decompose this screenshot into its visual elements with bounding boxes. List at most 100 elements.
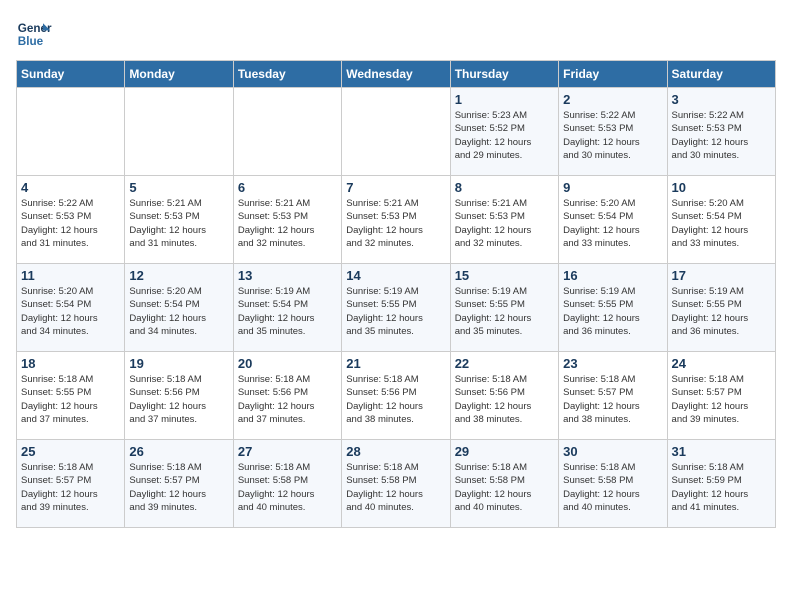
calendar-cell: 16 Sunrise: 5:19 AM Sunset: 5:55 PM Dayli… bbox=[559, 264, 667, 352]
calendar-cell: 18 Sunrise: 5:18 AM Sunset: 5:55 PM Dayli… bbox=[17, 352, 125, 440]
day-info: Sunrise: 5:18 AM Sunset: 5:57 PM Dayligh… bbox=[672, 373, 771, 426]
day-number: 18 bbox=[21, 356, 120, 371]
day-number: 25 bbox=[21, 444, 120, 459]
day-info: Sunrise: 5:23 AM Sunset: 5:52 PM Dayligh… bbox=[455, 109, 554, 162]
svg-text:Blue: Blue bbox=[18, 35, 44, 48]
day-number: 14 bbox=[346, 268, 445, 283]
calendar-cell: 23 Sunrise: 5:18 AM Sunset: 5:57 PM Dayli… bbox=[559, 352, 667, 440]
calendar-cell: 6 Sunrise: 5:21 AM Sunset: 5:53 PM Daylig… bbox=[233, 176, 341, 264]
day-info: Sunrise: 5:18 AM Sunset: 5:56 PM Dayligh… bbox=[346, 373, 445, 426]
day-number: 27 bbox=[238, 444, 337, 459]
calendar-header-thursday: Thursday bbox=[450, 61, 558, 88]
day-info: Sunrise: 5:21 AM Sunset: 5:53 PM Dayligh… bbox=[238, 197, 337, 250]
day-info: Sunrise: 5:22 AM Sunset: 5:53 PM Dayligh… bbox=[563, 109, 662, 162]
day-info: Sunrise: 5:19 AM Sunset: 5:54 PM Dayligh… bbox=[238, 285, 337, 338]
calendar-cell: 10 Sunrise: 5:20 AM Sunset: 5:54 PM Dayli… bbox=[667, 176, 775, 264]
calendar-body: 1 Sunrise: 5:23 AM Sunset: 5:52 PM Daylig… bbox=[17, 88, 776, 528]
calendar-cell: 31Sunrise: 5:18 AM Sunset: 5:59 PM Dayli… bbox=[667, 440, 775, 528]
day-info: Sunrise: 5:18 AM Sunset: 5:59 PM Dayligh… bbox=[672, 461, 771, 514]
day-info: Sunrise: 5:18 AM Sunset: 5:57 PM Dayligh… bbox=[129, 461, 228, 514]
calendar-cell bbox=[125, 88, 233, 176]
calendar-table: SundayMondayTuesdayWednesdayThursdayFrid… bbox=[16, 60, 776, 528]
calendar-cell bbox=[17, 88, 125, 176]
day-info: Sunrise: 5:22 AM Sunset: 5:53 PM Dayligh… bbox=[21, 197, 120, 250]
day-info: Sunrise: 5:18 AM Sunset: 5:56 PM Dayligh… bbox=[455, 373, 554, 426]
calendar-cell bbox=[342, 88, 450, 176]
day-number: 12 bbox=[129, 268, 228, 283]
calendar-cell: 19Sunrise: 5:18 AM Sunset: 5:56 PM Dayli… bbox=[125, 352, 233, 440]
calendar-cell: 13Sunrise: 5:19 AM Sunset: 5:54 PM Dayli… bbox=[233, 264, 341, 352]
calendar-week-row: 4Sunrise: 5:22 AM Sunset: 5:53 PM Daylig… bbox=[17, 176, 776, 264]
calendar-cell: 22 Sunrise: 5:18 AM Sunset: 5:56 PM Dayli… bbox=[450, 352, 558, 440]
calendar-cell: 1 Sunrise: 5:23 AM Sunset: 5:52 PM Daylig… bbox=[450, 88, 558, 176]
day-number: 26 bbox=[129, 444, 228, 459]
calendar-cell: 2 Sunrise: 5:22 AM Sunset: 5:53 PM Daylig… bbox=[559, 88, 667, 176]
day-number: 20 bbox=[238, 356, 337, 371]
logo: General Blue bbox=[16, 16, 52, 52]
day-number: 8 bbox=[455, 180, 554, 195]
day-number: 9 bbox=[563, 180, 662, 195]
day-number: 22 bbox=[455, 356, 554, 371]
calendar-cell: 27 Sunrise: 5:18 AM Sunset: 5:58 PM Dayli… bbox=[233, 440, 341, 528]
day-info: Sunrise: 5:22 AM Sunset: 5:53 PM Dayligh… bbox=[672, 109, 771, 162]
calendar-cell: 25 Sunrise: 5:18 AM Sunset: 5:57 PM Dayli… bbox=[17, 440, 125, 528]
day-number: 24 bbox=[672, 356, 771, 371]
day-number: 1 bbox=[455, 92, 554, 107]
calendar-week-row: 11 Sunrise: 5:20 AM Sunset: 5:54 PM Dayli… bbox=[17, 264, 776, 352]
calendar-cell: 8 Sunrise: 5:21 AM Sunset: 5:53 PM Daylig… bbox=[450, 176, 558, 264]
day-info: Sunrise: 5:20 AM Sunset: 5:54 PM Dayligh… bbox=[672, 197, 771, 250]
day-number: 15 bbox=[455, 268, 554, 283]
day-number: 16 bbox=[563, 268, 662, 283]
day-info: Sunrise: 5:19 AM Sunset: 5:55 PM Dayligh… bbox=[563, 285, 662, 338]
day-number: 5 bbox=[129, 180, 228, 195]
header: General Blue bbox=[16, 16, 776, 52]
day-number: 7 bbox=[346, 180, 445, 195]
calendar-week-row: 18 Sunrise: 5:18 AM Sunset: 5:55 PM Dayli… bbox=[17, 352, 776, 440]
day-info: Sunrise: 5:21 AM Sunset: 5:53 PM Dayligh… bbox=[455, 197, 554, 250]
day-info: Sunrise: 5:19 AM Sunset: 5:55 PM Dayligh… bbox=[346, 285, 445, 338]
calendar-cell bbox=[233, 88, 341, 176]
day-info: Sunrise: 5:18 AM Sunset: 5:55 PM Dayligh… bbox=[21, 373, 120, 426]
calendar-cell: 26 Sunrise: 5:18 AM Sunset: 5:57 PM Dayli… bbox=[125, 440, 233, 528]
day-number: 2 bbox=[563, 92, 662, 107]
day-info: Sunrise: 5:18 AM Sunset: 5:57 PM Dayligh… bbox=[563, 373, 662, 426]
calendar-header-wednesday: Wednesday bbox=[342, 61, 450, 88]
day-info: Sunrise: 5:20 AM Sunset: 5:54 PM Dayligh… bbox=[21, 285, 120, 338]
calendar-header-saturday: Saturday bbox=[667, 61, 775, 88]
calendar-header-monday: Monday bbox=[125, 61, 233, 88]
day-number: 17 bbox=[672, 268, 771, 283]
day-number: 6 bbox=[238, 180, 337, 195]
day-number: 30 bbox=[563, 444, 662, 459]
calendar-week-row: 1 Sunrise: 5:23 AM Sunset: 5:52 PM Daylig… bbox=[17, 88, 776, 176]
day-info: Sunrise: 5:19 AM Sunset: 5:55 PM Dayligh… bbox=[455, 285, 554, 338]
calendar-cell: 11 Sunrise: 5:20 AM Sunset: 5:54 PM Dayli… bbox=[17, 264, 125, 352]
day-info: Sunrise: 5:20 AM Sunset: 5:54 PM Dayligh… bbox=[129, 285, 228, 338]
day-info: Sunrise: 5:18 AM Sunset: 5:58 PM Dayligh… bbox=[238, 461, 337, 514]
calendar-week-row: 25 Sunrise: 5:18 AM Sunset: 5:57 PM Dayli… bbox=[17, 440, 776, 528]
day-info: Sunrise: 5:18 AM Sunset: 5:58 PM Dayligh… bbox=[346, 461, 445, 514]
calendar-cell: 14 Sunrise: 5:19 AM Sunset: 5:55 PM Dayli… bbox=[342, 264, 450, 352]
calendar-header-friday: Friday bbox=[559, 61, 667, 88]
day-info: Sunrise: 5:18 AM Sunset: 5:58 PM Dayligh… bbox=[563, 461, 662, 514]
calendar-cell: 12 Sunrise: 5:20 AM Sunset: 5:54 PM Dayli… bbox=[125, 264, 233, 352]
day-info: Sunrise: 5:21 AM Sunset: 5:53 PM Dayligh… bbox=[346, 197, 445, 250]
calendar-cell: 17 Sunrise: 5:19 AM Sunset: 5:55 PM Dayli… bbox=[667, 264, 775, 352]
day-number: 28 bbox=[346, 444, 445, 459]
day-info: Sunrise: 5:20 AM Sunset: 5:54 PM Dayligh… bbox=[563, 197, 662, 250]
calendar-cell: 30 Sunrise: 5:18 AM Sunset: 5:58 PM Dayli… bbox=[559, 440, 667, 528]
day-number: 11 bbox=[21, 268, 120, 283]
day-number: 10 bbox=[672, 180, 771, 195]
day-number: 23 bbox=[563, 356, 662, 371]
calendar-cell: 15 Sunrise: 5:19 AM Sunset: 5:55 PM Dayli… bbox=[450, 264, 558, 352]
calendar-cell: 29Sunrise: 5:18 AM Sunset: 5:58 PM Dayli… bbox=[450, 440, 558, 528]
calendar-cell: 24 Sunrise: 5:18 AM Sunset: 5:57 PM Dayli… bbox=[667, 352, 775, 440]
day-info: Sunrise: 5:19 AM Sunset: 5:55 PM Dayligh… bbox=[672, 285, 771, 338]
day-number: 21 bbox=[346, 356, 445, 371]
day-info: Sunrise: 5:18 AM Sunset: 5:57 PM Dayligh… bbox=[21, 461, 120, 514]
calendar-cell: 7 Sunrise: 5:21 AM Sunset: 5:53 PM Daylig… bbox=[342, 176, 450, 264]
calendar-header-row: SundayMondayTuesdayWednesdayThursdayFrid… bbox=[17, 61, 776, 88]
calendar-cell: 3Sunrise: 5:22 AM Sunset: 5:53 PM Daylig… bbox=[667, 88, 775, 176]
day-number: 19 bbox=[129, 356, 228, 371]
calendar-cell: 28 Sunrise: 5:18 AM Sunset: 5:58 PM Dayli… bbox=[342, 440, 450, 528]
day-info: Sunrise: 5:18 AM Sunset: 5:58 PM Dayligh… bbox=[455, 461, 554, 514]
